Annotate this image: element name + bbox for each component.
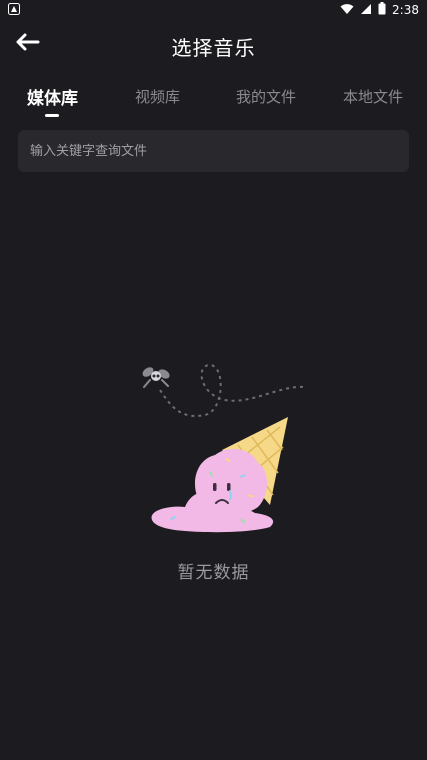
fly-icon bbox=[142, 367, 170, 388]
app-notification-icon bbox=[8, 3, 20, 18]
empty-state-text: 暂无数据 bbox=[177, 563, 250, 583]
tab-bar: 媒体库 视频库 我的文件 本地文件 bbox=[0, 80, 427, 120]
tab-media-library[interactable]: 媒体库 bbox=[27, 84, 78, 109]
tab-video-library[interactable]: 视频库 bbox=[135, 86, 180, 107]
melted-ice-cream-illustration bbox=[130, 355, 310, 535]
battery-icon bbox=[378, 2, 386, 18]
signal-icon bbox=[360, 3, 372, 18]
status-time: 2:38 bbox=[392, 3, 419, 17]
tab-my-files[interactable]: 我的文件 bbox=[236, 86, 296, 107]
active-tab-indicator bbox=[45, 114, 59, 117]
wifi-icon bbox=[340, 3, 354, 18]
tab-local-files[interactable]: 本地文件 bbox=[343, 86, 403, 107]
search-input[interactable] bbox=[18, 130, 409, 172]
app-header: 选择音乐 bbox=[0, 22, 427, 66]
status-bar: 2:38 bbox=[0, 0, 427, 20]
page-title: 选择音乐 bbox=[171, 36, 256, 60]
